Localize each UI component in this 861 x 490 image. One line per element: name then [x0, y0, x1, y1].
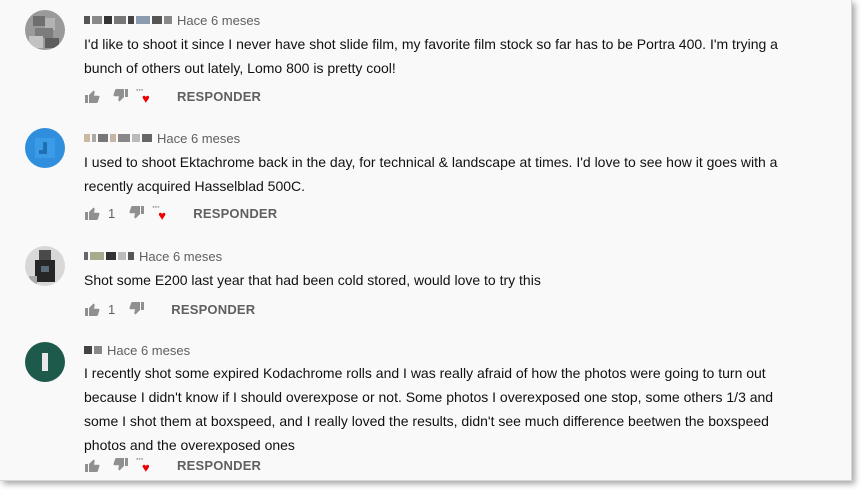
avatar[interactable]: [25, 10, 65, 50]
comments-panel: Hace 6 meses I'd like to shoot it since …: [0, 0, 852, 481]
like-button[interactable]: [84, 88, 100, 104]
reply-button[interactable]: RESPONDER: [171, 302, 255, 317]
thumbs-down-icon: [113, 89, 128, 102]
comment-timestamp[interactable]: Hace 6 meses: [107, 343, 190, 358]
comment-meta: Hace 6 meses: [84, 12, 260, 28]
like-count: 1: [108, 301, 116, 317]
like-button[interactable]: [84, 457, 100, 473]
creator-heart-icon: ●●● ♥: [136, 87, 150, 106]
dislike-button[interactable]: [129, 301, 145, 317]
thumbs-down-icon: [129, 302, 145, 315]
comment-meta: Hace 6 meses: [84, 130, 240, 146]
comment-actions: 1 ●●● ♥ RESPONDER: [84, 203, 277, 223]
comment-text: I'd like to shoot it since I never have …: [84, 36, 778, 76]
comment-actions: 1 RESPONDER: [84, 299, 255, 319]
author-name-redacted[interactable]: [84, 16, 172, 24]
creator-heart-icon: ●●● ♥: [136, 456, 150, 475]
comment-text: Shot some E200 last year that had been c…: [84, 272, 541, 288]
thumbs-up-icon: [85, 207, 100, 220]
author-name-redacted[interactable]: [84, 252, 134, 260]
like-button[interactable]: [84, 205, 100, 221]
dislike-button[interactable]: [113, 457, 129, 473]
dislike-button[interactable]: [113, 88, 129, 104]
reply-button[interactable]: RESPONDER: [177, 89, 261, 104]
comment-actions: ●●● ♥ RESPONDER: [84, 455, 261, 475]
like-button[interactable]: [84, 301, 100, 317]
comment-meta: Hace 6 meses: [84, 342, 190, 358]
comment-meta: Hace 6 meses: [84, 248, 222, 264]
thumbs-down-icon: [129, 206, 145, 219]
thumbs-up-icon: [85, 459, 100, 472]
comment-text: I recently shot some expired Kodachrome …: [84, 365, 774, 453]
reply-button[interactable]: RESPONDER: [177, 458, 261, 473]
comment-timestamp[interactable]: Hace 6 meses: [157, 131, 240, 146]
thumbs-up-icon: [85, 90, 100, 103]
avatar[interactable]: [25, 246, 65, 286]
thumbs-up-icon: [85, 303, 100, 316]
comment-actions: ●●● ♥ RESPONDER: [84, 86, 261, 106]
like-count: 1: [108, 205, 116, 221]
comment-timestamp[interactable]: Hace 6 meses: [139, 249, 222, 264]
author-name-redacted[interactable]: [84, 346, 102, 354]
comment-timestamp[interactable]: Hace 6 meses: [177, 13, 260, 28]
avatar[interactable]: [25, 128, 65, 168]
comment-text: I used to shoot Ektachrome back in the d…: [84, 154, 778, 194]
dislike-button[interactable]: [129, 205, 145, 221]
creator-heart-icon: ●●● ♥: [152, 204, 166, 223]
author-name-redacted[interactable]: [84, 134, 152, 142]
avatar[interactable]: [25, 342, 65, 382]
thumbs-down-icon: [113, 458, 128, 471]
reply-button[interactable]: RESPONDER: [193, 206, 277, 221]
